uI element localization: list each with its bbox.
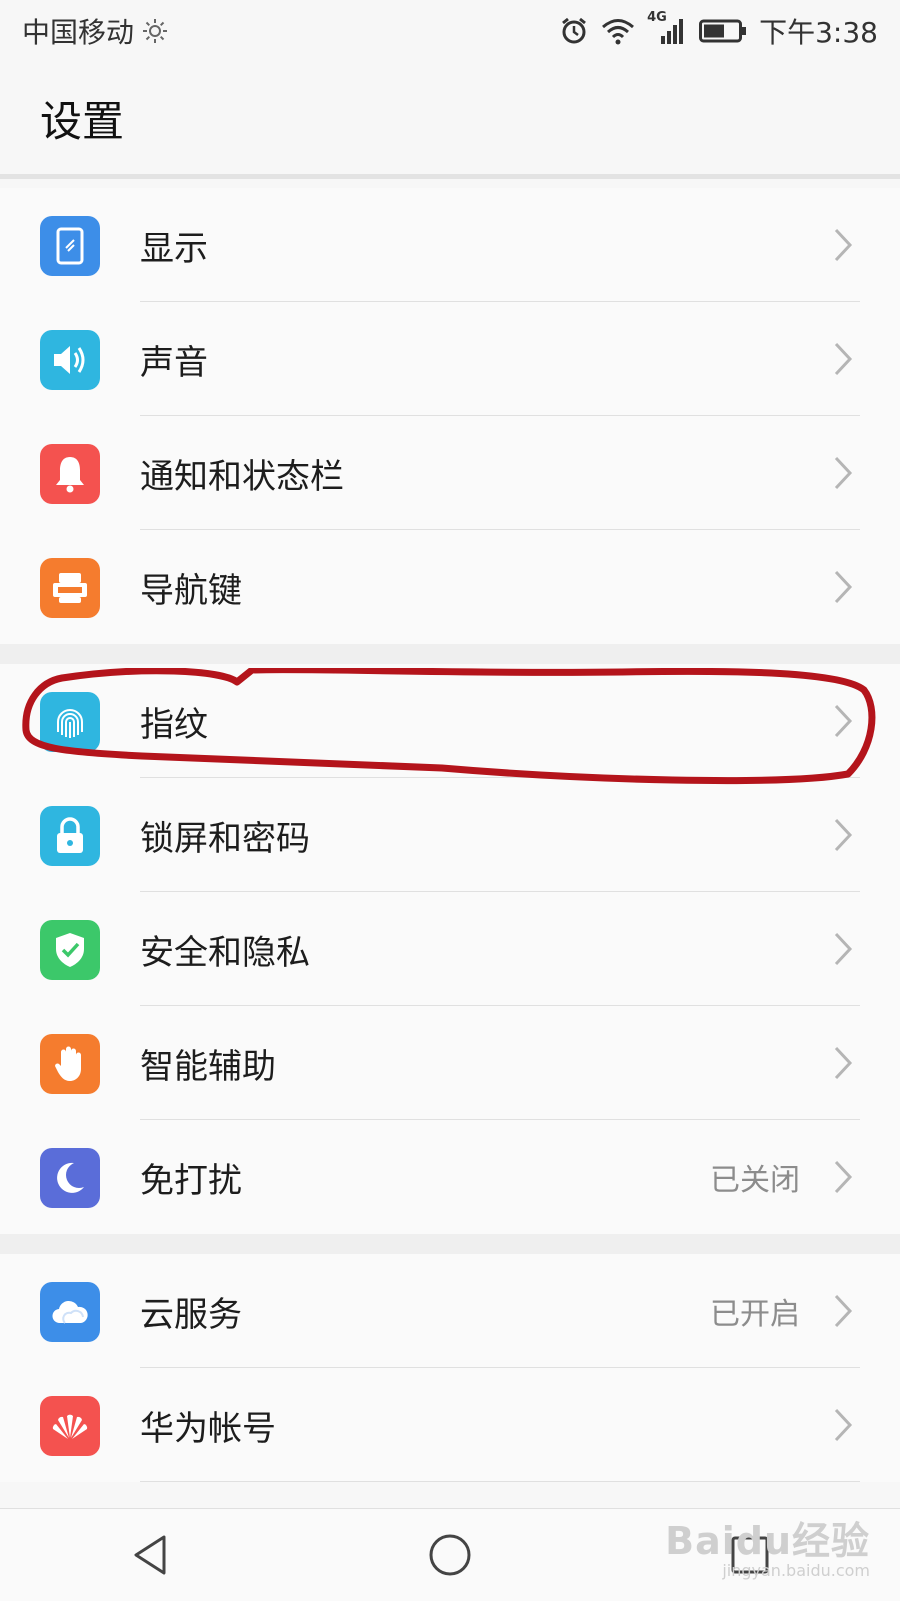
chevron-right-icon bbox=[834, 228, 853, 262]
row-divider bbox=[140, 1481, 860, 1482]
home-button[interactable] bbox=[415, 1520, 485, 1590]
watermark: Baidu经验 jingyan.baidu.com bbox=[665, 1510, 870, 1580]
lock-icon bbox=[40, 806, 100, 866]
signal-icon: 4G bbox=[647, 10, 687, 46]
header-divider bbox=[0, 174, 900, 179]
settings-item-label: 指纹 bbox=[140, 704, 208, 745]
chevron-right-icon bbox=[834, 704, 853, 738]
settings-item-navigation-keys[interactable]: 导航键 bbox=[0, 530, 900, 644]
page-title: 设置 bbox=[40, 96, 125, 146]
chevron-right-icon bbox=[834, 932, 853, 966]
chevron-right-icon bbox=[834, 456, 853, 490]
shield-icon bbox=[40, 920, 100, 980]
chevron-right-icon bbox=[834, 1160, 853, 1194]
settings-group-display: 显示 声音 通知和状态栏 导航键 bbox=[0, 188, 900, 644]
settings-item-label: 锁屏和密码 bbox=[140, 818, 310, 859]
navigation-key-icon bbox=[40, 558, 100, 618]
bell-icon bbox=[40, 444, 100, 504]
hand-icon bbox=[40, 1034, 100, 1094]
settings-item-cloud[interactable]: 云服务 已开启 bbox=[0, 1254, 900, 1368]
fingerprint-icon bbox=[40, 692, 100, 752]
settings-group-account: 云服务 已开启 华为帐号 bbox=[0, 1254, 900, 1482]
watermark-brand: Baidu经验 bbox=[665, 1519, 870, 1563]
settings-item-label: 安全和隐私 bbox=[140, 932, 310, 973]
settings-group-security: 指纹 锁屏和密码 安全和隐私 智能辅助 免打扰 已关闭 bbox=[0, 664, 900, 1234]
group-spacer bbox=[0, 644, 900, 664]
settings-item-label: 云服务 bbox=[140, 1294, 242, 1335]
settings-item-label: 通知和状态栏 bbox=[140, 456, 344, 497]
battery-icon bbox=[699, 18, 747, 44]
chevron-right-icon bbox=[834, 1294, 853, 1328]
chevron-right-icon bbox=[834, 1046, 853, 1080]
brightness-icon bbox=[142, 18, 168, 44]
chevron-right-icon bbox=[834, 818, 853, 852]
cloud-icon bbox=[40, 1282, 100, 1342]
chevron-right-icon bbox=[834, 570, 853, 604]
back-button[interactable] bbox=[115, 1520, 185, 1590]
settings-item-value: 已开启 bbox=[710, 1297, 800, 1332]
settings-item-label: 华为帐号 bbox=[140, 1408, 276, 1449]
status-bar: 中国移动 4G 下午3:38 bbox=[0, 0, 900, 62]
settings-item-smart-assistance[interactable]: 智能辅助 bbox=[0, 1006, 900, 1120]
settings-item-sound[interactable]: 声音 bbox=[0, 302, 900, 416]
group-spacer bbox=[0, 1234, 900, 1254]
alarm-icon bbox=[559, 16, 589, 46]
huawei-icon bbox=[40, 1396, 100, 1456]
carrier-label: 中国移动 bbox=[22, 16, 135, 49]
chevron-right-icon bbox=[834, 1408, 853, 1442]
back-triangle-icon bbox=[134, 1535, 166, 1575]
network-type-label: 4G bbox=[647, 10, 667, 25]
clock-label: 下午3:38 bbox=[759, 16, 878, 49]
settings-item-huawei-account[interactable]: 华为帐号 bbox=[0, 1368, 900, 1482]
moon-icon bbox=[40, 1148, 100, 1208]
settings-item-display[interactable]: 显示 bbox=[0, 188, 900, 302]
sound-icon bbox=[40, 330, 100, 390]
settings-item-do-not-disturb[interactable]: 免打扰 已关闭 bbox=[0, 1120, 900, 1234]
home-circle-icon bbox=[429, 1534, 471, 1576]
settings-item-notifications[interactable]: 通知和状态栏 bbox=[0, 416, 900, 530]
wifi-icon bbox=[601, 17, 635, 45]
chevron-right-icon bbox=[834, 342, 853, 376]
settings-item-value: 已关闭 bbox=[710, 1163, 800, 1198]
display-icon bbox=[40, 216, 100, 276]
settings-item-security-privacy[interactable]: 安全和隐私 bbox=[0, 892, 900, 1006]
page-header: 设置 bbox=[0, 62, 900, 174]
settings-item-label: 导航键 bbox=[140, 570, 242, 611]
settings-item-lockscreen[interactable]: 锁屏和密码 bbox=[0, 778, 900, 892]
settings-item-fingerprint[interactable]: 指纹 bbox=[0, 664, 900, 778]
settings-item-label: 免打扰 bbox=[140, 1160, 242, 1201]
settings-item-label: 声音 bbox=[140, 342, 208, 383]
settings-item-label: 智能辅助 bbox=[140, 1046, 276, 1087]
settings-item-label: 显示 bbox=[140, 228, 208, 269]
